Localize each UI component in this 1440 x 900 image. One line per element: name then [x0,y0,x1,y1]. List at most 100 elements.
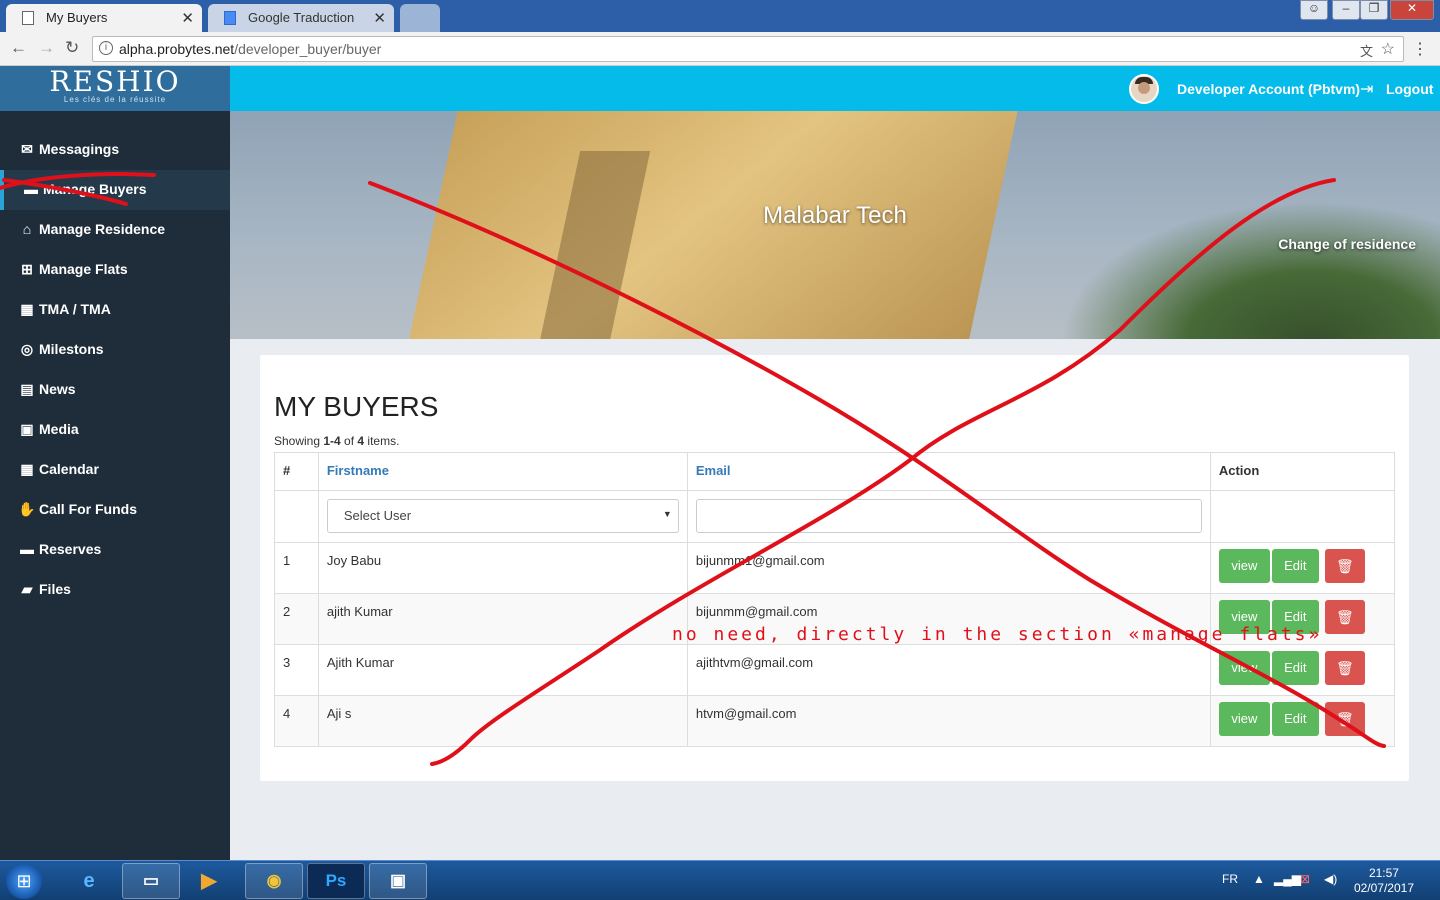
row-firstname: Joy Babu [317,542,688,594]
row-email: ajithtvm@gmail.com [686,644,1211,696]
edit-button[interactable]: Edit [1271,651,1319,685]
signal-icon[interactable]: ▂▄▆ [1274,872,1301,886]
row-actions: view Edit 🗑︎ [1209,542,1396,594]
sidebar-item-label: Calendar [39,461,99,477]
chrome-icon[interactable]: ◉ [245,863,303,899]
tab-google-traduction[interactable]: Google Traduction ✕ [208,4,394,32]
google-translate-icon [224,11,236,25]
sidebar-item-calendar[interactable]: ▦ Calendar [0,450,230,490]
delete-button[interactable]: 🗑︎ [1324,651,1365,685]
url-input[interactable]: i alpha.probytes.net/developer_buyer/buy… [92,36,1404,62]
sidebar-item-call-for-funds[interactable]: ✋ Call For Funds [0,490,230,530]
delete-button[interactable]: 🗑︎ [1324,702,1365,736]
building-question-icon: ▦ [20,301,34,317]
sidebar-item-label: Call For Funds [39,501,137,517]
sidebar-item-media[interactable]: ▣ Media [0,410,230,450]
tab-title: My Buyers [46,10,108,25]
email-filter-input[interactable] [695,499,1202,533]
delete-button[interactable]: 🗑︎ [1324,549,1365,583]
clock-date: 02/07/2017 [1353,881,1414,895]
sidebar-item-label: News [39,381,76,397]
close-tab-icon[interactable]: ✕ [181,9,194,27]
sidebar-item-label: Manage Buyers [43,181,147,197]
reload-icon[interactable]: ↻ [65,38,79,58]
sidebar-item-label: Messagings [39,141,120,157]
close-tab-icon[interactable]: ✕ [373,9,386,27]
start-button[interactable]: ⊞ [6,863,42,899]
sidebar-item-label: Milestons [39,341,104,357]
sidebar-item-reserves[interactable]: ▬ Reserves [0,530,230,570]
column-header-email[interactable]: Email [686,452,1211,491]
browser-menu-icon[interactable]: ⋮ [1412,39,1428,59]
sidebar-item-files[interactable]: ▰ Files [0,570,230,610]
avatar[interactable] [1129,74,1159,104]
logout-icon[interactable]: ⇥ [1360,79,1373,99]
sidebar-item-label: TMA / TMA [39,301,111,317]
language-indicator[interactable]: FR [1222,872,1238,886]
change-residence-link[interactable]: Change of residence [1278,236,1416,252]
top-bar: Developer Account (Pbtvm) ⇥ Logout [230,66,1440,111]
edit-button[interactable]: Edit [1271,702,1319,736]
trash-icon: 🗑︎ [1335,711,1354,727]
view-button[interactable]: view [1218,651,1270,685]
forward-arrow-icon[interactable]: → [38,38,55,58]
row-email: htvm@gmail.com [686,695,1211,747]
bank-icon: ⌂ [22,221,32,237]
logo[interactable]: RESHIO Les clés de la réussite [0,66,230,111]
summary-text: Showing 1-4 of 4 items. [274,434,400,448]
handshake-icon: ✋ [18,501,36,517]
image-viewer-icon[interactable]: ▣ [369,863,427,899]
photoshop-icon[interactable]: Ps [307,863,365,899]
sidebar-item-manage-buyers[interactable]: ▬ Manage Buyers [0,170,230,210]
media-player-icon[interactable]: ▶ [184,863,234,899]
logo-tagline: Les clés de la réussite [63,95,167,104]
sidebar-item-label: Manage Residence [39,221,166,237]
caret-down-icon: ▼ [662,509,672,519]
network-error-icon[interactable]: ⊠ [1300,872,1310,886]
row-number: 1 [274,542,319,594]
minimize-button[interactable]: – [1332,0,1360,20]
volume-icon[interactable]: ◀) [1324,872,1337,886]
edit-button[interactable]: Edit [1271,549,1319,583]
tab-my-buyers[interactable]: My Buyers ✕ [6,4,202,32]
row-email: bijunmm1@gmail.com [686,542,1211,594]
trash-icon: 🗑︎ [1335,660,1354,676]
sidebar-item-messagings[interactable]: ✉ Messagings [0,130,230,170]
show-hidden-icons-icon[interactable]: ▲ [1253,872,1265,886]
buyers-table: # Firstname Email Action Select User ▼ 1… [274,452,1396,747]
row-firstname: Aji s [317,695,688,747]
view-button[interactable]: view [1218,549,1270,583]
internet-explorer-icon[interactable]: e [64,863,114,899]
row-actions: view Edit 🗑︎ [1209,644,1396,696]
sidebar-item-manage-residence[interactable]: ⌂ Manage Residence [0,210,230,250]
residence-title: Malabar Tech [763,202,907,229]
sidebar-item-news[interactable]: ▤ News [0,370,230,410]
account-name[interactable]: Developer Account (Pbtvm) [1177,81,1360,97]
url-host: alpha.probytes.net [119,41,235,57]
user-profile-button[interactable]: ☺ [1300,0,1328,20]
new-tab-button[interactable] [400,4,440,32]
back-arrow-icon[interactable]: ← [10,38,27,58]
translate-icon[interactable]: 文 [1360,41,1373,60]
buyers-card: MY BUYERS Showing 1-4 of 4 items. # Firs… [260,355,1409,781]
logo-text: RESHIO [49,65,181,98]
info-icon[interactable]: i [99,41,113,55]
url-path: /developer_buyer/buyer [234,41,382,57]
system-clock[interactable]: 21:57 02/07/2017 [1354,866,1414,896]
file-explorer-icon[interactable]: ▭ [122,863,180,899]
annotation-note: no need, directly in the section «manage… [672,624,1323,645]
close-window-button[interactable]: ✕ [1390,0,1434,20]
sidebar-item-manage-flats[interactable]: ⊞ Manage Flats [0,250,230,290]
restore-button[interactable]: ❐ [1360,0,1388,20]
star-icon[interactable]: ☆ [1381,39,1395,59]
user-select[interactable]: Select User ▼ [326,499,679,533]
table-header-row: # Firstname Email Action [274,452,1396,491]
row-number: 4 [274,695,319,747]
column-header-number: # [274,452,319,491]
delete-button[interactable]: 🗑︎ [1324,600,1365,634]
logout-link[interactable]: Logout [1386,81,1433,97]
column-header-firstname[interactable]: Firstname [317,452,688,491]
view-button[interactable]: view [1218,702,1270,736]
sidebar-item-tma-tma[interactable]: ▦ TMA / TMA [0,290,230,330]
sidebar-item-milestons[interactable]: ◎ Milestons [0,330,230,370]
